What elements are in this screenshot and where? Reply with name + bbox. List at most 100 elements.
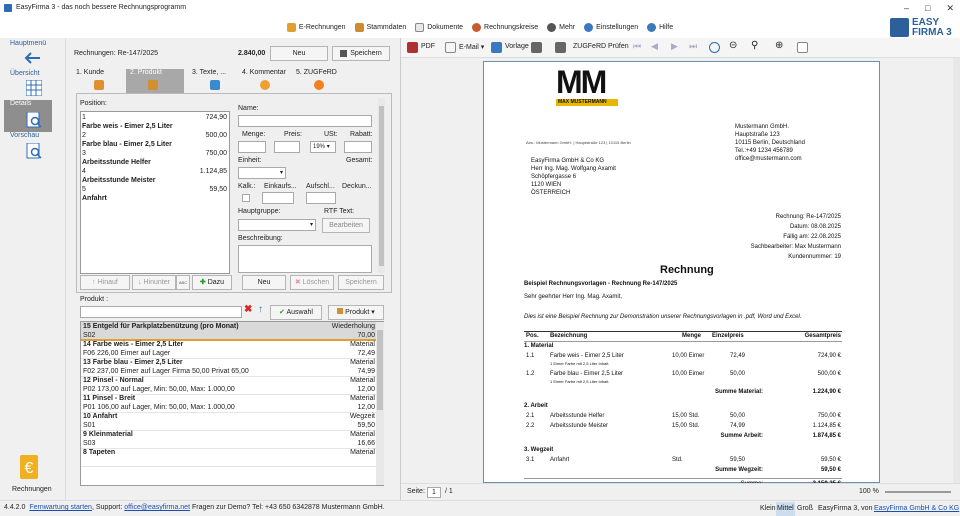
position-row[interactable]: 5 59,50	[82, 185, 228, 194]
tab-kunde[interactable]: 1. Kunde	[72, 69, 124, 93]
tab-kommentar[interactable]: 4. Kommentar	[238, 69, 296, 93]
tab-zugferd[interactable]: 5. ZUGFeRD	[292, 69, 352, 93]
size-mittel[interactable]: Mittel	[776, 502, 795, 516]
sort-icon[interactable]: ↑	[258, 304, 263, 315]
rabatt-input[interactable]	[344, 141, 372, 153]
kalk-checkbox[interactable]	[242, 194, 250, 202]
speichern-position-button[interactable]: Speichern	[338, 275, 384, 290]
aufschl-input[interactable]	[306, 192, 336, 204]
menu-dokumente[interactable]: Dokumente	[415, 22, 463, 32]
close-icon[interactable]: ✕	[946, 0, 954, 16]
name-input[interactable]	[238, 115, 372, 127]
vorlage-button[interactable]: Vorlage	[505, 43, 529, 50]
first-page-icon[interactable]: ⏮	[633, 41, 641, 52]
neu-button[interactable]: Neu	[270, 46, 328, 61]
menu-einstellungen[interactable]: Einstellungen	[584, 22, 638, 32]
email-button[interactable]: E-Mail ▾	[459, 43, 484, 51]
panel-scrollbar[interactable]	[378, 98, 385, 273]
produkt-price: 12,00	[357, 404, 375, 411]
hinauf-button[interactable]: ↑ Hinauf	[80, 275, 130, 290]
produkt-list[interactable]: 15 Entgeld für Parkplatzbenützung (pro M…	[80, 321, 384, 486]
menu-hilfe[interactable]: Hilfe	[647, 22, 673, 32]
position-row[interactable]: Farbe blau - Eimer 2,5 Liter	[82, 140, 228, 149]
hauptgruppe-select[interactable]: ▾	[238, 219, 316, 231]
minimize-icon[interactable]: –	[904, 0, 909, 16]
brand-link[interactable]: EasyFirma GmbH & Co KG	[874, 502, 959, 516]
menu-rechnungskreise[interactable]: Rechnungskreise	[472, 22, 538, 32]
next-page-icon[interactable]: ▶	[671, 41, 678, 52]
produkt-button[interactable]: Produkt ▾	[328, 305, 384, 320]
position-row[interactable]: Arbeitsstunde Helfer	[82, 158, 228, 167]
loeschen-button[interactable]: ✖ Löschen	[290, 275, 334, 290]
viewer-scrollbar[interactable]	[953, 58, 960, 483]
produkt-row[interactable]: 8 Tapeten Material	[81, 448, 377, 467]
preis-input[interactable]	[274, 141, 300, 153]
tab-texte[interactable]: 3. Texte, ...	[188, 69, 240, 93]
produkt-row[interactable]: 10 Anfahrt Wegzeit S01 59,50	[81, 412, 377, 431]
fernwartung-link[interactable]: Fernwartung starten	[29, 504, 92, 511]
produkt-row[interactable]: 14 Farbe weis - Eimer 2,5 Liter Material F…	[81, 340, 377, 359]
invoice-heading: Rechnung	[660, 264, 714, 276]
produkt-row[interactable]: 15 Entgeld für Parkplatzbenützung (pro M…	[81, 322, 377, 341]
zugferd-check-button[interactable]: ZUGFeRD Prüfen	[573, 43, 629, 50]
compass-icon[interactable]	[709, 42, 720, 53]
item-pos: 1.2	[526, 371, 535, 377]
nav-details[interactable]: Details	[4, 100, 52, 132]
einkaufs-input[interactable]	[262, 192, 294, 204]
neu-position-button[interactable]: Neu	[242, 275, 286, 290]
produkt-row[interactable]: 11 Pinsel - Breit Material P01 106,00 auf …	[81, 394, 377, 413]
menge-input[interactable]	[238, 141, 266, 153]
menu-stammdaten[interactable]: Stammdaten	[354, 22, 406, 32]
produkt-row[interactable]: 13 Farbe blau - Eimer 2,5 Liter Material F…	[81, 358, 377, 377]
print-icon[interactable]	[531, 42, 542, 53]
nav-vorschau[interactable]: Vorschau	[4, 132, 56, 162]
nav-hauptmenu[interactable]: Hauptmenü	[4, 40, 56, 70]
position-row[interactable]: 3 750,00	[82, 149, 228, 158]
produkt-row[interactable]: 12 Pinsel - Normal Material P02 173,00 auf…	[81, 376, 377, 395]
produkt-price: 16,66	[357, 440, 375, 447]
pdf-button[interactable]: PDF	[421, 43, 435, 50]
page-number-input[interactable]: 1	[427, 487, 441, 498]
maximize-icon[interactable]: □	[925, 0, 930, 16]
position-row[interactable]: 4 1.124,85	[82, 167, 228, 176]
position-row[interactable]: Anfahrt	[82, 194, 228, 203]
produkt-row[interactable]: 9 Kleinmaterial Material S03 16,66	[81, 430, 377, 449]
tab-produkt[interactable]: 2. Produkt	[126, 69, 184, 93]
ust-select[interactable]: 19% ▾	[310, 141, 336, 153]
zoom-slider[interactable]	[885, 491, 951, 493]
produkt-scrollbar[interactable]	[376, 322, 384, 485]
position-row[interactable]: 1 724,90	[82, 113, 228, 122]
speichern-button[interactable]: Speichern	[332, 46, 390, 61]
print-preview-icon[interactable]	[555, 42, 566, 53]
window-title: EasyFirma 3 - das noch bessere Rechnungs…	[16, 4, 187, 11]
support-email-link[interactable]: office@easyfirma.net	[124, 504, 190, 511]
position-row[interactable]: 2 500,00	[82, 131, 228, 140]
nav-uebersicht[interactable]: Übersicht	[4, 70, 56, 100]
position-list[interactable]: 1 724,90 Farbe weis - Eimer 2,5 Liter 2 500,…	[80, 111, 230, 274]
chevron-down-icon: ▾	[371, 309, 375, 316]
zoom-in-icon[interactable]: ⊕	[775, 40, 783, 51]
last-page-icon[interactable]: ⏭	[689, 41, 697, 52]
company-line: Mustermann GmbH.	[735, 124, 790, 130]
einheit-select[interactable]: ▾	[238, 167, 286, 179]
menu-e-rechnungen[interactable]: E-Rechnungen	[286, 22, 346, 32]
bearbeiten-button[interactable]: Bearbeiten	[322, 218, 370, 233]
size-gross[interactable]: Groß	[797, 502, 813, 516]
position-row[interactable]: Farbe weis - Eimer 2,5 Liter	[82, 122, 228, 131]
menu-mehr[interactable]: Mehr	[547, 22, 575, 32]
auswahl-button[interactable]: ✔ Auswahl	[270, 305, 322, 320]
hinunter-button[interactable]: ↓ Hinunter	[132, 275, 176, 290]
produkt-search-input[interactable]	[80, 306, 242, 318]
prev-page-icon[interactable]: ◀	[651, 41, 658, 52]
clear-search-icon[interactable]: ✖	[244, 304, 252, 315]
brand-prefix: EasyFirma 3, von	[818, 505, 873, 512]
dazu-button[interactable]: ✚ Dazu	[192, 275, 232, 290]
size-klein[interactable]: Klein	[760, 502, 776, 516]
sort-abc-button[interactable]: ABC	[176, 275, 190, 290]
position-row[interactable]: Arbeitsstunde Meister	[82, 176, 228, 185]
zoom-icon[interactable]: ⚲	[751, 40, 758, 51]
nav-rechnungen[interactable]: € Rechnungen	[4, 454, 56, 498]
beschreibung-textarea[interactable]	[238, 245, 372, 273]
page-icon[interactable]	[797, 42, 808, 53]
zoom-out-icon[interactable]: ⊝	[729, 40, 737, 51]
